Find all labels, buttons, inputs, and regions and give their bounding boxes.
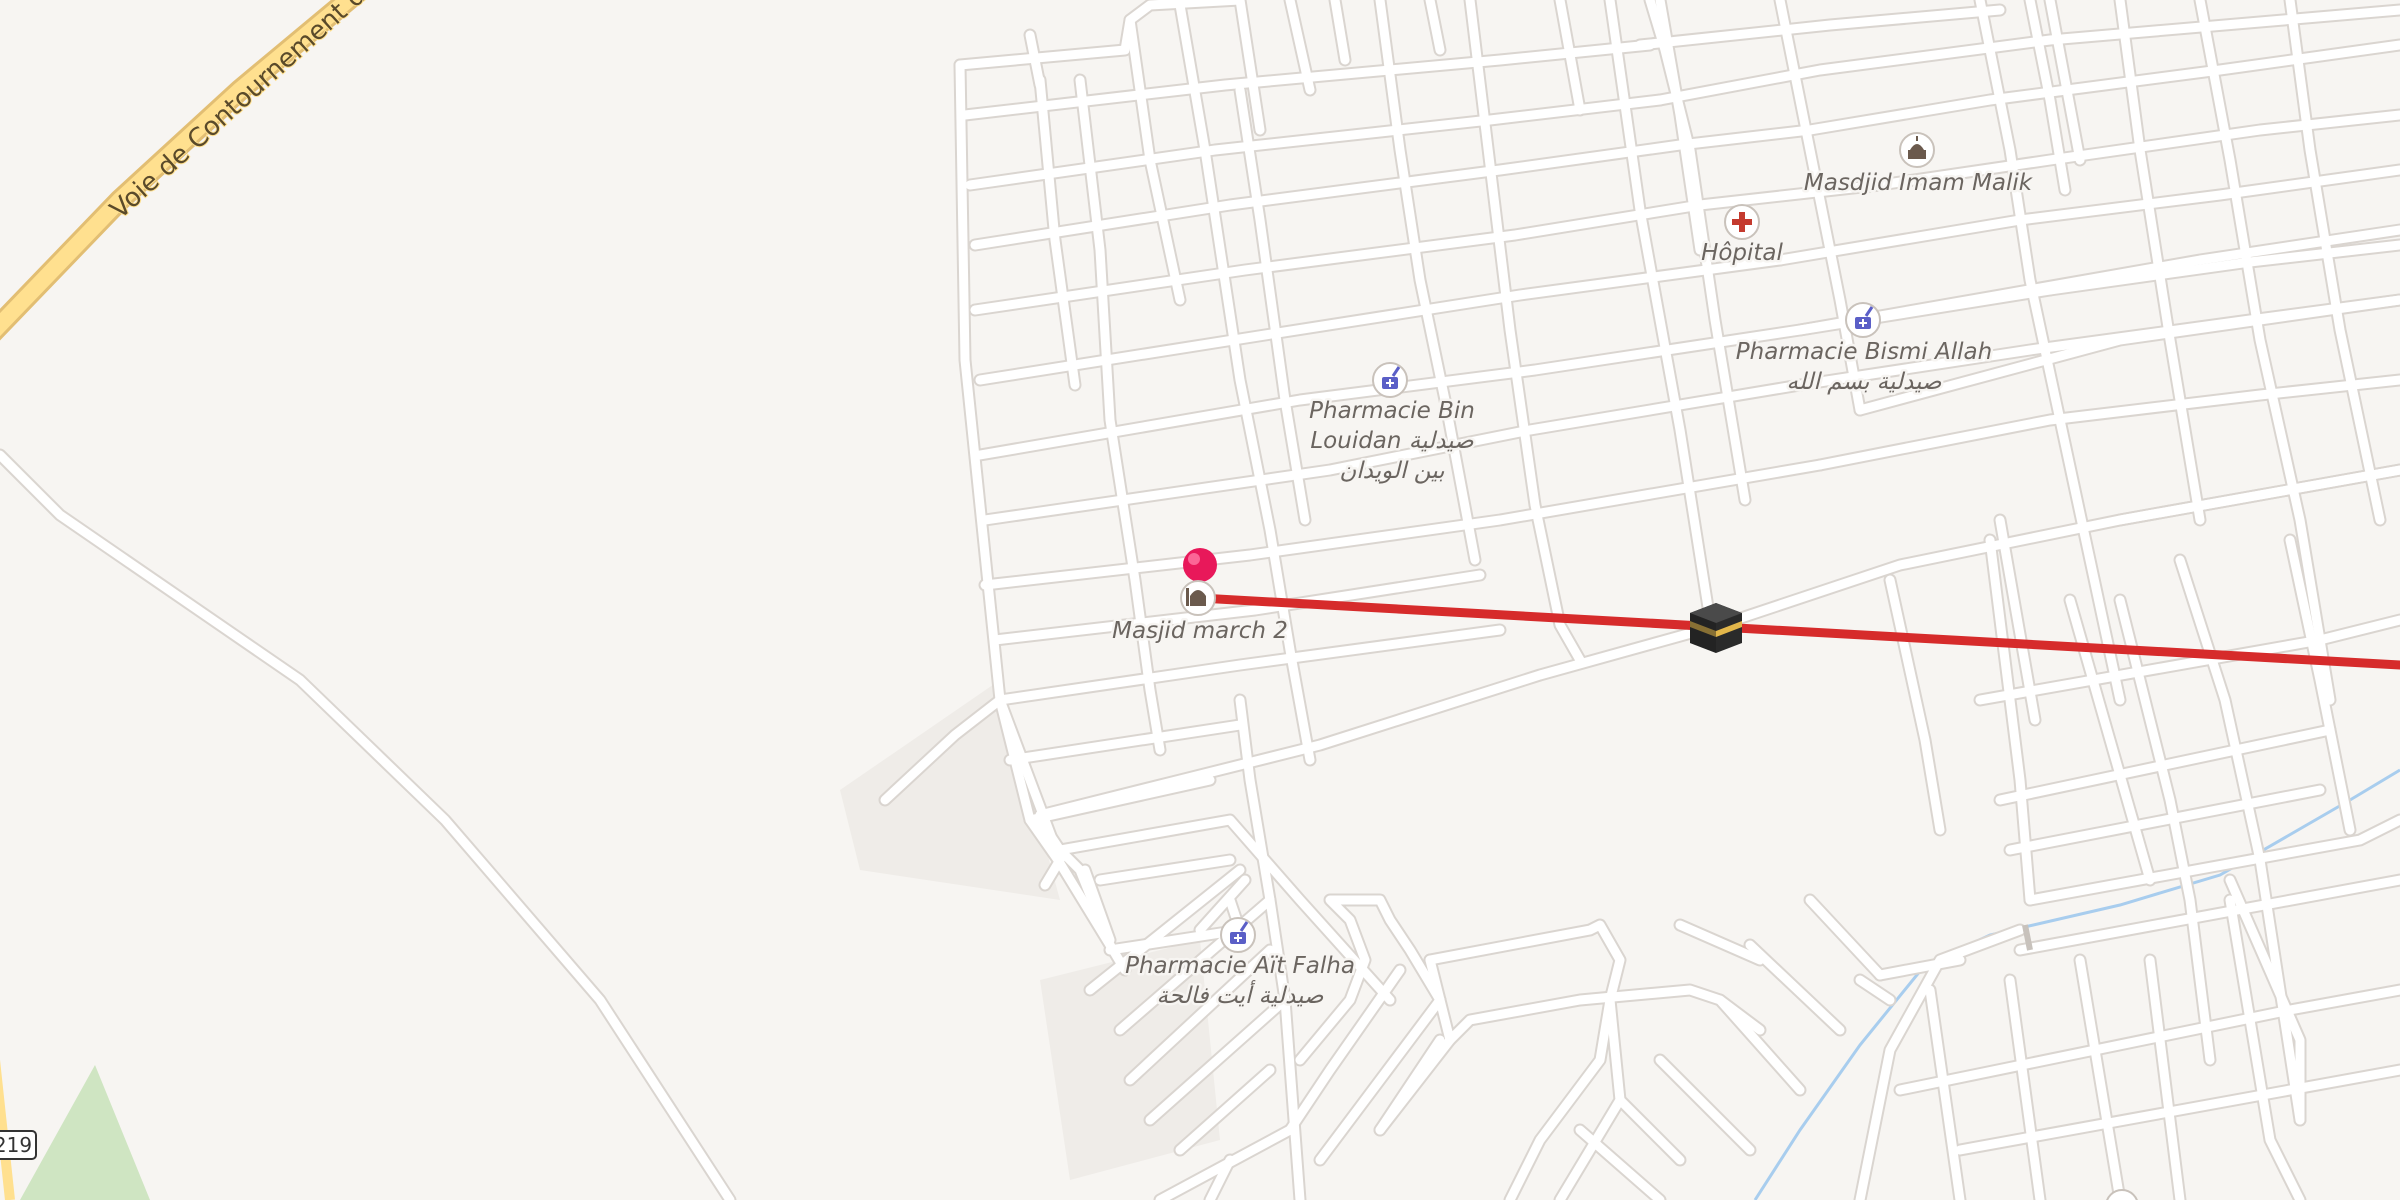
map-svg[interactable]: Voie de Contournement de 219 Masjid marc… [0,0,2400,1200]
pharmacy-icon [1845,302,1881,338]
poi-label: Masjid march 2 [1112,618,1288,644]
pharmacy-icon [1220,917,1256,953]
poi-label-line1: Pharmacie Bismi Allah [1736,339,1992,365]
poi-label-line3: بين الويدان [1339,458,1445,484]
route-shield[interactable]: 219 [0,1130,37,1160]
poi-label-line2: صيدلية أيت فالحة [1156,980,1323,1009]
mosque-icon [1180,580,1216,616]
poi-label-line1: Pharmacie Bin [1309,398,1475,424]
hospital-icon [1724,204,1760,240]
kaaba-icon[interactable] [1690,603,1742,653]
poi-label-line1: Pharmacie Aït Falha [1125,953,1355,979]
poi-label-line2: Louidan صيدلية [1310,428,1474,454]
map-canvas[interactable]: Voie de Contournement de 219 Masjid marc… [0,0,2400,1200]
mosque-icon [1899,132,1935,168]
pharmacy-icon [1372,362,1408,398]
poi-label: Hôpital [1701,240,1783,266]
poi-label-line2: صيدلية بسم الله [1786,369,1941,395]
poi-label: Masdjid Imam Malik [1804,170,2034,196]
route-shield-label: 219 [0,1133,32,1157]
